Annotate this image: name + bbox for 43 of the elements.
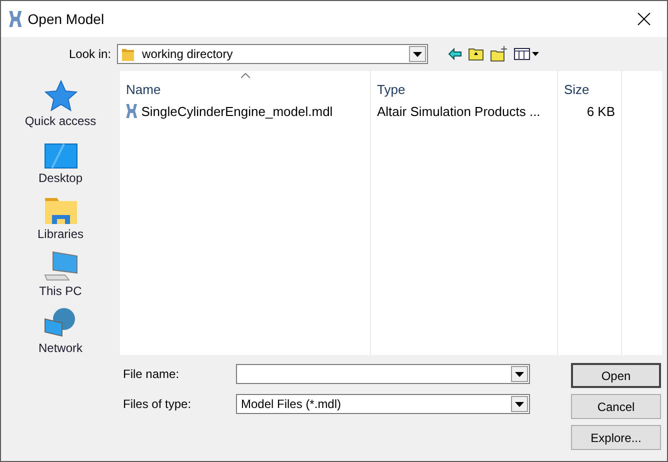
window-title: Open Model	[28, 11, 106, 27]
model-file-icon	[126, 104, 138, 118]
star-icon	[44, 80, 78, 112]
place-item[interactable]: Network	[10, 298, 110, 355]
place-item[interactable]: Desktop	[10, 128, 110, 185]
desktop-icon	[44, 142, 78, 169]
model-file-icon	[9, 11, 22, 27]
column-header[interactable]: Name	[120, 71, 370, 101]
place-item[interactable]: Quick access	[10, 71, 110, 128]
dropdown-button[interactable]	[409, 46, 426, 62]
computer-icon	[44, 250, 78, 282]
up-folder-button[interactable]	[468, 47, 484, 61]
table-cell: Altair Simulation Products ...	[377, 104, 540, 118]
file-type-dropdown[interactable]: Model Files (*.mdl)	[236, 394, 530, 414]
column-header[interactable]: Type	[371, 71, 557, 101]
file-type-label: Files of type:	[123, 397, 192, 411]
sort-icon	[241, 73, 250, 78]
table-cell: 6 KB	[586, 104, 615, 118]
folder-name: working directory	[142, 47, 233, 61]
table-cell[interactable]: SingleCylinderEngine_model.mdl	[141, 104, 333, 118]
file-name-label: File name:	[123, 367, 180, 381]
column-header[interactable]: Size	[558, 71, 621, 101]
dropdown-button[interactable]	[511, 366, 528, 382]
back-button[interactable]	[448, 48, 462, 60]
new-folder-button[interactable]	[490, 46, 508, 62]
caret-icon	[515, 402, 524, 406]
folder-icon	[44, 197, 78, 226]
look-in-dropdown[interactable]: working directory	[117, 44, 428, 64]
caret-icon	[413, 52, 422, 56]
network-icon	[44, 306, 78, 339]
dialog-button[interactable]: Open	[571, 363, 661, 388]
view-menu-button[interactable]	[514, 48, 540, 60]
look-in-label: Look in:	[69, 47, 112, 61]
close-icon	[637, 12, 651, 26]
file-name-field[interactable]	[236, 364, 530, 384]
caret-icon	[515, 372, 524, 376]
dropdown-button[interactable]	[511, 396, 528, 412]
place-item[interactable]: Libraries	[10, 184, 110, 242]
folder-icon	[122, 47, 134, 61]
dialog-button[interactable]: Explore...	[571, 425, 661, 450]
dialog-button[interactable]: Cancel	[571, 394, 661, 419]
file-type-value: Model Files (*.mdl)	[241, 397, 342, 411]
place-item[interactable]: This PC	[10, 241, 110, 298]
